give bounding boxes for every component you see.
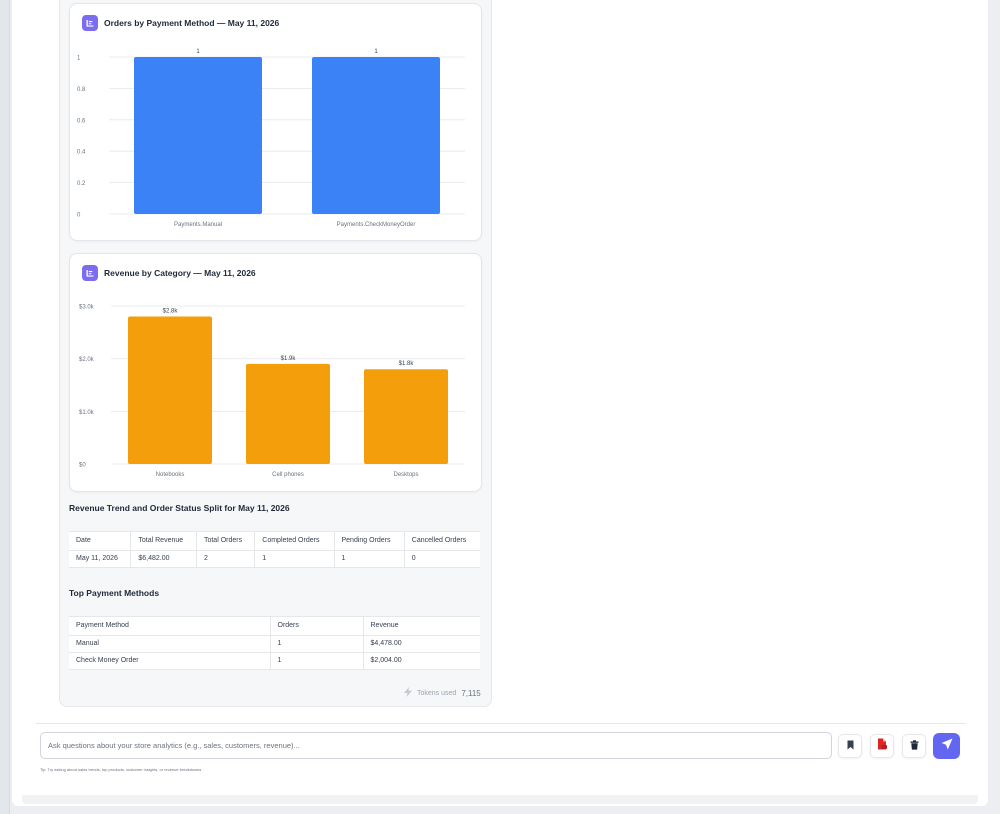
trash-icon (910, 737, 919, 755)
composer-divider (36, 723, 966, 724)
column-header: Revenue (362, 617, 480, 636)
send-icon (941, 737, 953, 755)
payment-chart-card: Orders by Payment Method — May 11, 2026 … (69, 3, 482, 241)
table-cell: 1 (254, 550, 334, 568)
y-tick-label: $3.0k (79, 305, 95, 311)
table-cell: 1 (333, 550, 405, 568)
y-tick-label: 0 (77, 213, 81, 219)
table-cell: Manual (69, 635, 270, 653)
table-header-row: Payment Method Orders Revenue (69, 617, 480, 636)
category-chart-card: Revenue by Category — May 11, 2026 $0 $1.… (69, 253, 482, 492)
table-row: Check Money Order 1 $2,004.00 (69, 652, 480, 670)
payment-methods-heading: Top Payment Methods (69, 588, 160, 598)
payment-methods-table: Payment Method Orders Revenue Manual 1 $4,47… (69, 617, 480, 670)
column-header: Date (69, 532, 131, 551)
column-header: Payment Method (69, 617, 270, 636)
chart-bar (246, 363, 330, 464)
table-cell: $4,478.00 (362, 635, 480, 653)
chat-input[interactable] (40, 732, 832, 759)
table-cell: 2 (195, 550, 255, 568)
tokens-count: 7,115 (461, 688, 481, 698)
chart-bar (364, 369, 448, 464)
table-header-row: Date Total Revenue Total Orders Completed O… (69, 532, 480, 551)
y-tick-label: 0.6 (77, 118, 86, 124)
chart-bar (312, 57, 440, 214)
table-cell: $6,482.00 (130, 550, 197, 568)
column-header: Orders (269, 617, 363, 636)
table-row: May 11, 2026 $6,482.00 2 1 1 0 (69, 550, 480, 568)
y-tick-label: 0.2 (77, 181, 86, 187)
table-cell: Check Money Order (69, 652, 270, 670)
left-rail (0, 0, 10, 814)
x-tick-label: Cell phones (272, 472, 304, 478)
table-cell: 1 (269, 652, 363, 670)
column-header: Total Revenue (130, 532, 197, 551)
x-tick-label: Notebooks (156, 472, 185, 478)
x-tick-label: Payments.CheckMoneyOrder (337, 222, 416, 228)
category-revenue-chart: $0 $1.0k $2.0k $3.0k $2.8k Notebooks $1.9k Cell… (79, 305, 465, 478)
tokens-label: Tokens used (417, 689, 457, 697)
tokens-used: Tokens used 7,115 (404, 687, 481, 699)
panel-footer (22, 795, 978, 804)
data-label: 1 (374, 49, 378, 55)
data-label: $1.9k (281, 356, 297, 362)
column-header: Cancelled Orders (403, 532, 480, 551)
table-cell: $2,004.00 (362, 652, 480, 670)
payment-method-chart: 0 0.2 0.4 0.6 0.8 1 1 Payments.Manual 1 Payments.… (77, 49, 465, 228)
send-button[interactable] (933, 733, 960, 759)
x-tick-label: Payments.Manual (174, 222, 222, 228)
y-tick-label: $0 (79, 463, 86, 469)
table-cell: 0 (403, 550, 480, 568)
y-tick-label: 1 (77, 56, 81, 62)
pdf-icon (877, 737, 887, 755)
column-header: Total Orders (195, 532, 255, 551)
composer-tip: Tip: Try asking about sales trends, top … (40, 767, 202, 772)
column-header: Completed Orders (254, 532, 334, 551)
bookmark-icon (846, 737, 855, 755)
y-tick-label: $2.0k (79, 357, 95, 363)
export-pdf-button[interactable] (870, 734, 894, 758)
chart-bar (128, 316, 212, 464)
data-label: $2.8k (163, 309, 179, 315)
y-tick-label: 0.4 (77, 150, 86, 156)
data-label: $1.8k (399, 361, 415, 367)
chart-bar (134, 57, 262, 214)
trend-heading: Revenue Trend and Order Status Split for… (69, 503, 290, 513)
trend-table: Date Total Revenue Total Orders Completed O… (69, 532, 480, 568)
bookmark-button[interactable] (838, 734, 862, 758)
clear-chat-button[interactable] (902, 734, 926, 758)
x-tick-label: Desktops (393, 472, 418, 478)
lightning-icon (404, 687, 412, 699)
table-row: Manual 1 $4,478.00 (69, 635, 480, 653)
table-cell: 1 (269, 635, 363, 653)
column-header: Pending Orders (333, 532, 405, 551)
data-label: 1 (196, 49, 200, 55)
table-cell: May 11, 2026 (69, 550, 131, 568)
y-tick-label: 0.8 (77, 87, 86, 93)
y-tick-label: $1.0k (79, 410, 95, 416)
